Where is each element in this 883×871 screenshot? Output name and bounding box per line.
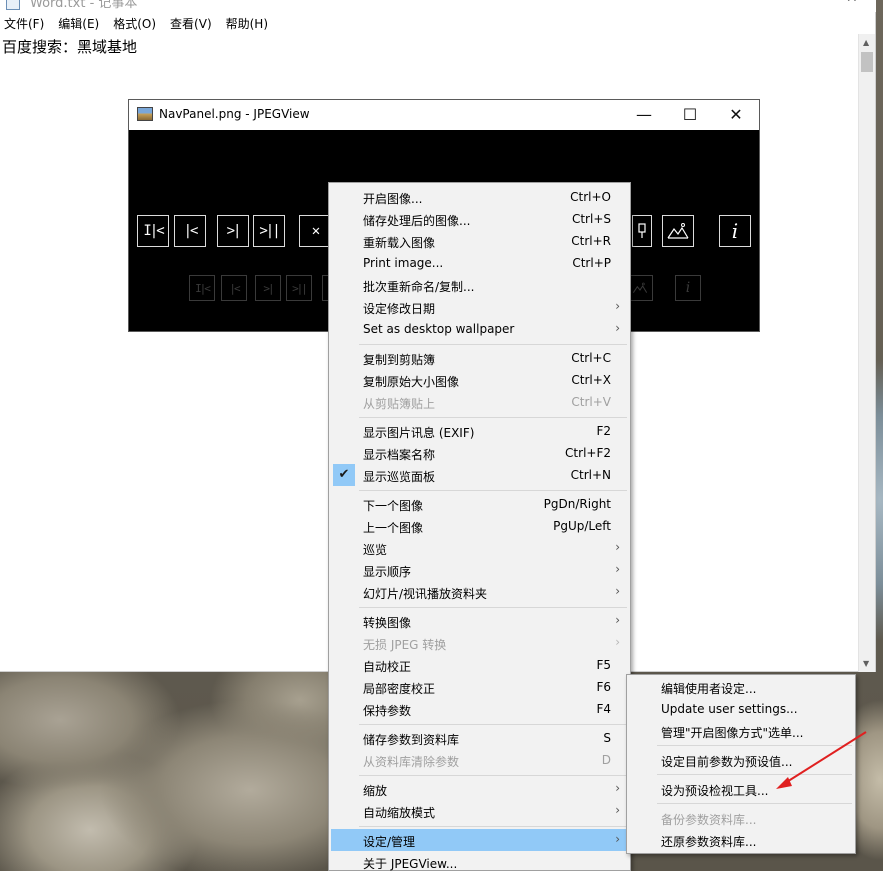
chevron-right-icon: › (615, 832, 620, 846)
pin-icon[interactable] (632, 215, 652, 247)
maximize-icon[interactable]: ☐ (667, 105, 713, 124)
scroll-up-icon[interactable]: ▲ (863, 38, 869, 47)
menu-item-keep-params[interactable]: 保持参数 F4 (331, 698, 628, 720)
menu-item-copy-clipboard[interactable]: 复制到剪贴簿 Ctrl+C (331, 347, 628, 369)
menu-separator (359, 775, 627, 776)
menu-separator (359, 344, 627, 345)
check-icon: ✔ (333, 464, 355, 486)
menu-item-next-image[interactable]: 下一个图像 PgDn/Right (331, 493, 628, 515)
last-image-icon: >|| (286, 275, 312, 301)
menu-separator (359, 417, 627, 418)
menu-item-browse[interactable]: 巡览 › (331, 537, 628, 559)
previous-image-button[interactable]: |< (174, 215, 206, 247)
menu-file[interactable]: 文件(F) (4, 15, 44, 32)
chevron-right-icon: › (615, 540, 620, 554)
notepad-menubar: 文件(F) 编辑(E) 格式(O) 查看(V) 帮助(H) (0, 13, 876, 33)
menu-view[interactable]: 查看(V) (170, 15, 212, 32)
close-image-button[interactable]: ✕ (299, 215, 331, 247)
info-icon: i (675, 275, 701, 301)
close-icon[interactable]: ✕ (713, 105, 759, 124)
notepad-titlebar[interactable]: Word.txt - 记事本 — ✕ (0, 0, 876, 12)
menu-edit[interactable]: 编辑(E) (58, 15, 99, 32)
menu-separator (657, 803, 852, 804)
menu-item-clear-params-db: 从资料库清除参数 D (363, 753, 611, 769)
menu-item-copy-original[interactable]: 复制原始大小图像 Ctrl+X (331, 369, 628, 391)
menu-item-print[interactable]: Print image... Ctrl+P (331, 252, 628, 274)
next-image-icon: >| (255, 275, 281, 301)
menu-item-open-image[interactable]: 开启图像... Ctrl+O (331, 186, 628, 208)
menu-item-transform-image[interactable]: 转换图像 › (331, 610, 628, 632)
menu-item-slideshow[interactable]: 幻灯片/视讯播放资料夹 › (331, 581, 628, 603)
menu-item-about[interactable]: 关于 JPEGView... (331, 851, 628, 871)
first-image-button[interactable]: I|< (137, 215, 169, 247)
chevron-right-icon: › (615, 584, 620, 598)
menu-separator (359, 607, 627, 608)
menu-item-show-nav-panel[interactable]: ✔ 显示巡览面板 Ctrl+N (331, 464, 628, 486)
menu-format[interactable]: 格式(O) (113, 15, 156, 32)
minimize-icon[interactable]: — (621, 105, 667, 124)
jpegview-title: NavPanel.png - JPEGView (159, 107, 310, 121)
scroll-down-icon[interactable]: ▼ (863, 659, 869, 668)
context-menu: 开启图像... Ctrl+O 储存处理后的图像... Ctrl+S 重新载入图像… (328, 182, 631, 871)
previous-image-icon: |< (221, 275, 247, 301)
menu-item-save-processed[interactable]: 储存处理后的图像... Ctrl+S (331, 208, 628, 230)
submenu-item-update-user-settings[interactable]: Update user settings... (629, 698, 853, 720)
image-app-icon (137, 107, 153, 121)
chevron-right-icon: › (615, 299, 620, 313)
menu-item-set-modify-date[interactable]: 设定修改日期 › (331, 296, 628, 318)
menu-separator (359, 490, 627, 491)
menu-separator (359, 826, 627, 827)
menu-item-reload[interactable]: 重新载入图像 Ctrl+R (331, 230, 628, 252)
menu-item-batch-rename[interactable]: 批次重新命名/复制... (331, 274, 628, 296)
chevron-right-icon: › (615, 613, 620, 627)
menu-item-previous-image[interactable]: 上一个图像 PgUp/Left (331, 515, 628, 537)
chevron-right-icon: › (615, 803, 620, 817)
menu-item-save-params-db[interactable]: 储存参数到资料库 S (331, 727, 628, 749)
notepad-text-content[interactable]: 百度搜索：黑域基地 (2, 36, 137, 57)
close-icon[interactable]: ✕ (846, 0, 858, 6)
last-image-button[interactable]: >|| (253, 215, 285, 247)
chevron-right-icon: › (615, 781, 620, 795)
chevron-right-icon: › (615, 321, 620, 335)
menu-item-desktop-wallpaper[interactable]: Set as desktop wallpaper › (331, 318, 628, 340)
menu-item-zoom[interactable]: 缩放 › (331, 778, 628, 800)
annotation-arrow-icon (776, 731, 867, 789)
menu-item-auto-correct[interactable]: 自动校正 F5 (331, 654, 628, 676)
submenu-item-backup-db: 备份参数资料库... (661, 813, 757, 827)
menu-item-paste-clipboard: 从剪贴簿贴上 Ctrl+V (363, 395, 611, 411)
menu-item-show-filename[interactable]: 显示档案名称 Ctrl+F2 (331, 442, 628, 464)
first-image-icon: I|< (189, 275, 215, 301)
menu-item-lossless-jpeg: 无损 JPEG 转换 › (363, 635, 620, 652)
notepad-icon (6, 0, 20, 10)
menu-item-settings-manage[interactable]: 设定/管理 › (331, 829, 628, 851)
menu-item-auto-zoom-mode[interactable]: 自动缩放模式 › (331, 800, 628, 822)
info-button[interactable]: i (719, 215, 751, 247)
submenu-item-edit-user-settings[interactable]: 编辑使用者设定... (629, 676, 853, 698)
menu-separator (359, 724, 627, 725)
scrollbar-thumb[interactable] (861, 52, 873, 72)
vertical-scrollbar[interactable]: ▲ ▼ (858, 34, 875, 672)
chevron-right-icon: › (615, 562, 620, 576)
menu-item-display-order[interactable]: 显示顺序 › (331, 559, 628, 581)
menu-help[interactable]: 帮助(H) (226, 15, 268, 32)
submenu-item-restore-db[interactable]: 还原参数资料库... (629, 829, 853, 851)
chevron-right-icon: › (615, 635, 620, 649)
menu-item-show-exif[interactable]: 显示图片讯息 (EXIF) F2 (331, 420, 628, 442)
landscape-icon[interactable] (662, 215, 694, 247)
notepad-title: Word.txt - 记事本 (30, 0, 138, 11)
jpegview-titlebar[interactable]: NavPanel.png - JPEGView — ☐ ✕ (129, 100, 759, 130)
minimize-icon[interactable]: — (800, 0, 814, 6)
next-image-button[interactable]: >| (217, 215, 249, 247)
menu-item-local-density[interactable]: 局部密度校正 F6 (331, 676, 628, 698)
